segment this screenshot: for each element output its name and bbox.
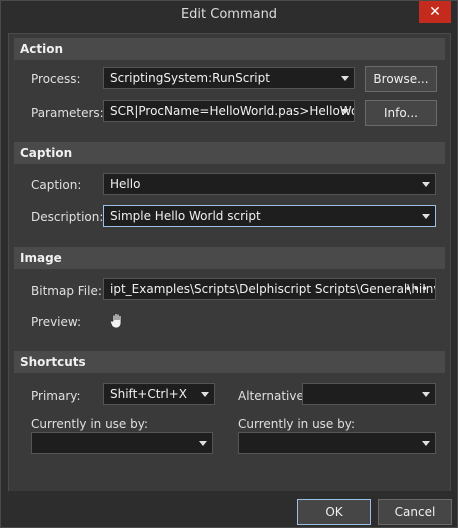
process-value: ScriptingSystem:RunScript — [110, 71, 270, 85]
preview-label: Preview: — [31, 315, 82, 329]
parameters-value: SCR|ProcName=HelloWorld.pas>HelloWorld — [110, 104, 355, 118]
chevron-down-icon — [341, 76, 349, 81]
chevron-down-icon — [422, 392, 430, 397]
info-button[interactable]: Info... — [365, 100, 437, 126]
browse-button[interactable]: Browse... — [365, 66, 437, 92]
caption-value: Hello — [110, 177, 141, 191]
section-header-image: Image — [14, 247, 445, 269]
in-use-label-right: Currently in use by: — [238, 417, 356, 431]
chevron-down-icon — [201, 392, 209, 397]
description-label: Description: — [31, 210, 104, 224]
section-header-action: Action — [14, 38, 445, 60]
description-value: Simple Hello World script — [110, 209, 261, 223]
parameters-label: Parameters: — [31, 106, 104, 120]
section-header-shortcuts: Shortcuts — [14, 351, 445, 373]
dialog-title: Edit Command — [180, 7, 278, 22]
alternative-label: Alternative: — [238, 389, 308, 403]
primary-shortcut-dropdown[interactable]: Shift+Ctrl+X — [103, 383, 215, 405]
alternative-shortcut-dropdown[interactable] — [302, 383, 436, 405]
ok-button[interactable]: OK — [297, 499, 371, 525]
caption-dropdown[interactable]: Hello — [103, 173, 436, 195]
title-bar: Edit Command ✕ — [1, 1, 457, 29]
bitmap-file-value: ipt_Examples\Scripts\Delphiscript Script… — [110, 282, 436, 296]
hand-icon — [109, 312, 125, 330]
dialog-footer: OK Cancel — [1, 491, 457, 527]
browse-ellipsis-button[interactable]: ••• — [405, 279, 429, 299]
chevron-down-icon — [199, 441, 207, 446]
parameters-dropdown[interactable]: SCR|ProcName=HelloWorld.pas>HelloWorld — [103, 100, 355, 122]
caption-label: Caption: — [31, 178, 82, 192]
primary-label: Primary: — [31, 389, 81, 403]
bitmap-file-label: Bitmap File: — [31, 284, 102, 298]
process-dropdown[interactable]: ScriptingSystem:RunScript — [103, 67, 355, 89]
close-button[interactable]: ✕ — [419, 1, 451, 23]
chevron-down-icon — [422, 214, 430, 219]
dialog-content: Action Process: ScriptingSystem:RunScrip… — [8, 33, 451, 492]
in-use-dropdown-right[interactable] — [238, 432, 436, 454]
description-dropdown[interactable]: Simple Hello World script — [103, 205, 436, 227]
process-label: Process: — [31, 72, 81, 86]
bitmap-file-field[interactable]: ipt_Examples\Scripts\Delphiscript Script… — [103, 278, 436, 300]
chevron-down-icon — [341, 109, 349, 114]
in-use-label-left: Currently in use by: — [31, 417, 149, 431]
chevron-down-icon — [422, 182, 430, 187]
in-use-dropdown-left[interactable] — [31, 432, 213, 454]
chevron-down-icon — [422, 441, 430, 446]
cancel-button[interactable]: Cancel — [378, 499, 452, 525]
edit-command-dialog: Edit Command ✕ Action Process: Scripting… — [0, 0, 458, 528]
primary-shortcut-value: Shift+Ctrl+X — [110, 387, 187, 401]
section-header-caption: Caption — [14, 142, 445, 164]
